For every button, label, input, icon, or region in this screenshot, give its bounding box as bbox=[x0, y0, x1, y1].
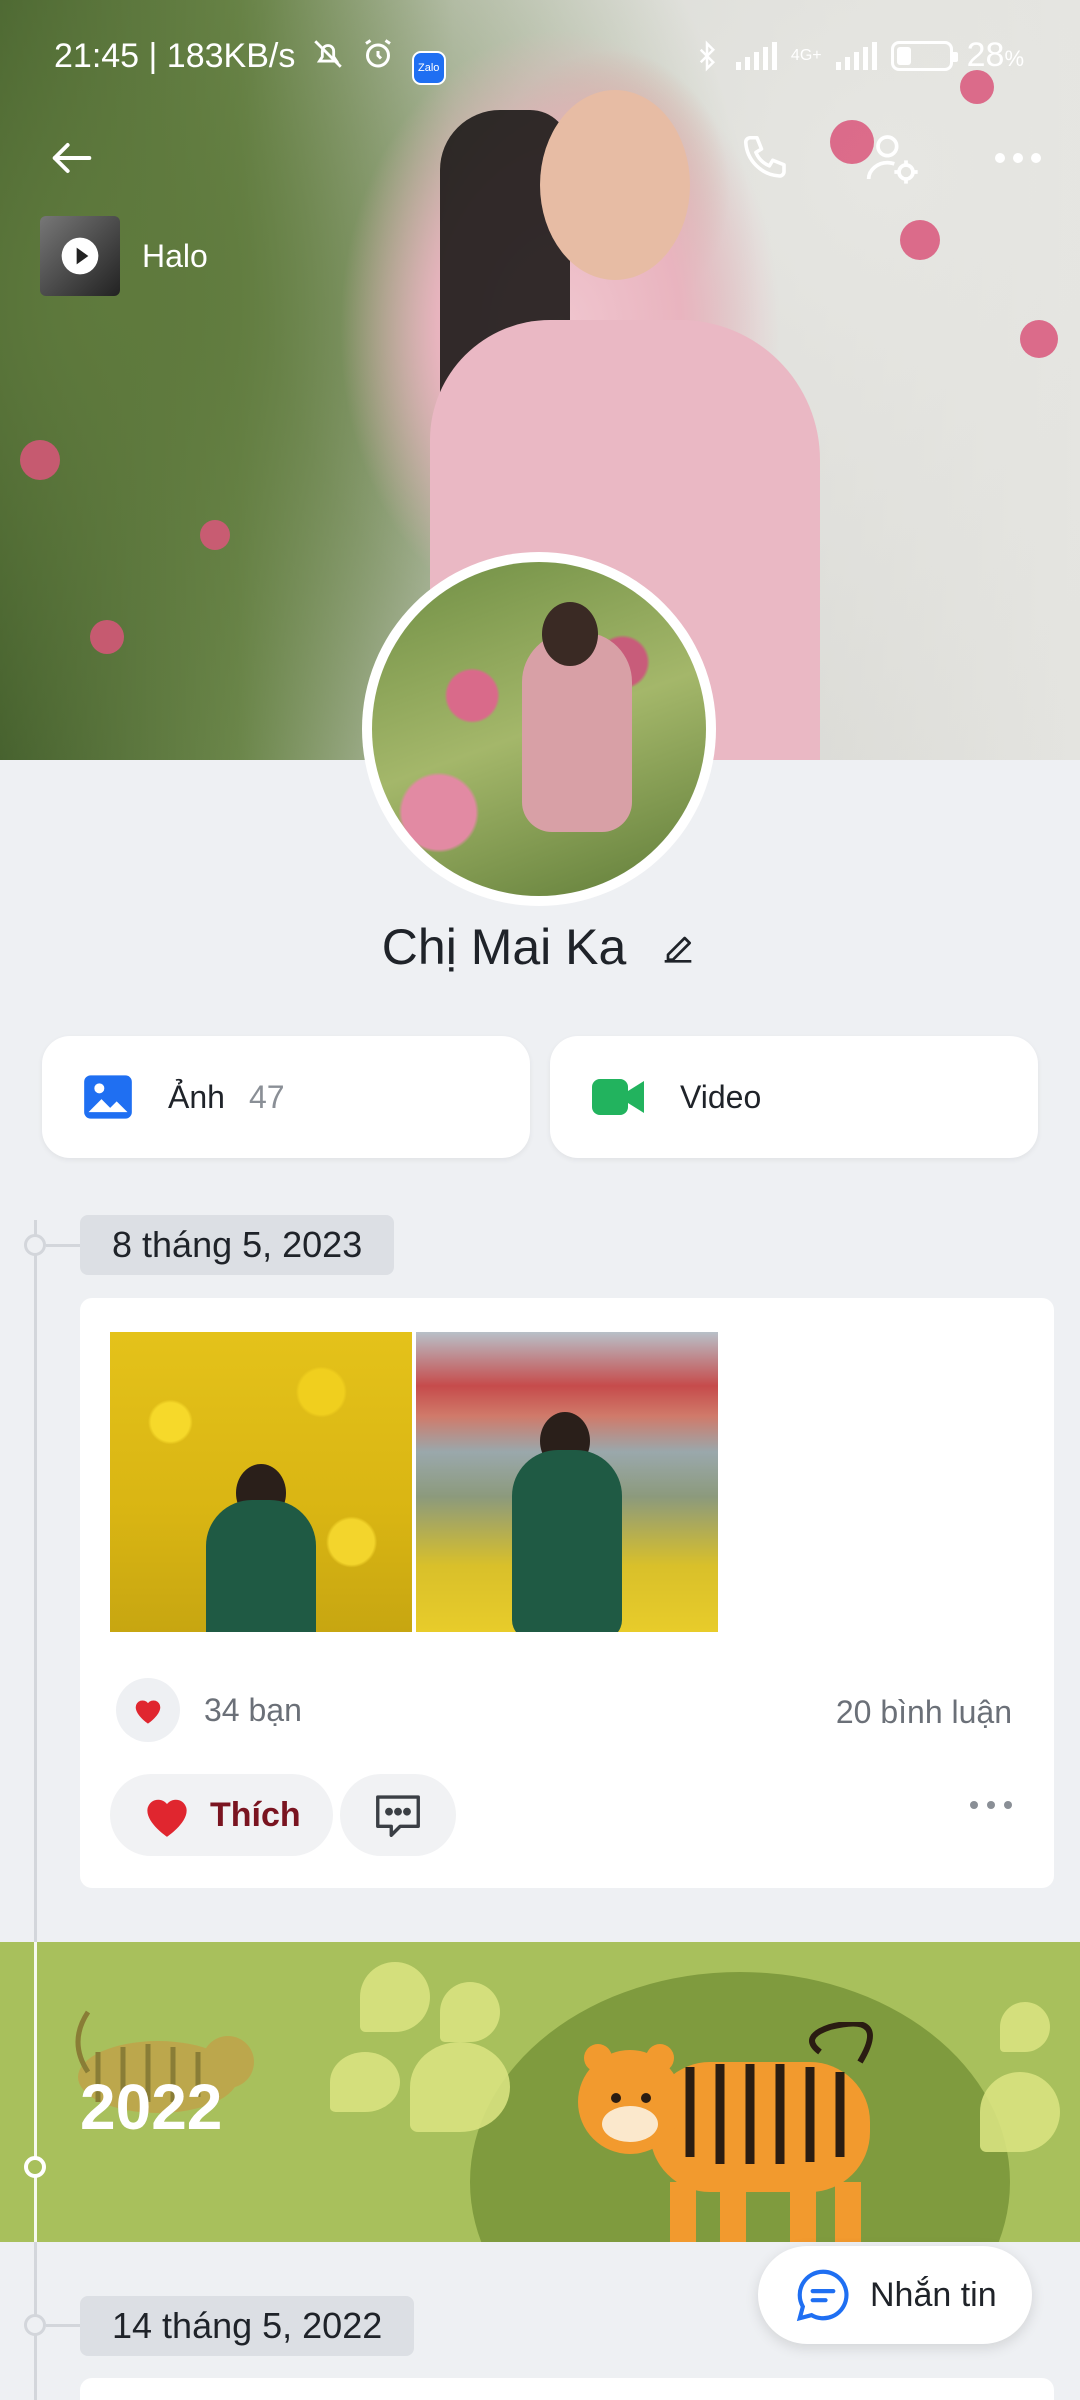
image-icon bbox=[84, 1075, 132, 1119]
photo-person bbox=[206, 1500, 316, 1632]
cover-face bbox=[540, 90, 690, 280]
bluetooth-icon bbox=[699, 39, 715, 72]
edit-name-button[interactable] bbox=[658, 922, 698, 980]
banner-leaf bbox=[980, 2072, 1060, 2152]
avatar-head bbox=[542, 602, 598, 666]
battery-level: 28% bbox=[966, 36, 1024, 74]
heart-icon bbox=[135, 1700, 161, 1724]
profile-music[interactable]: Halo bbox=[40, 216, 208, 296]
cover-flower bbox=[90, 620, 124, 654]
likes-count: 34 bạn bbox=[204, 1691, 302, 1728]
more-icon bbox=[995, 153, 1041, 163]
post-card[interactable] bbox=[80, 2378, 1054, 2400]
banner-leaf bbox=[410, 2042, 510, 2132]
post-card[interactable]: 34 bạn 20 bình luận Thích bbox=[80, 1298, 1054, 1888]
more-icon bbox=[970, 1801, 1012, 1809]
timeline-line bbox=[34, 1220, 37, 1942]
year-dot bbox=[24, 2156, 46, 2178]
zalo-app-icon: Zalo bbox=[411, 51, 446, 85]
signal-icon-2 bbox=[835, 41, 877, 70]
cover-flower bbox=[900, 220, 940, 260]
more-button[interactable] bbox=[982, 122, 1054, 194]
year-label: 2022 bbox=[80, 2071, 223, 2143]
timeline-tick bbox=[46, 2324, 80, 2327]
timeline-tick bbox=[46, 1244, 80, 1247]
video-camera-icon bbox=[592, 1079, 644, 1115]
user-settings-icon bbox=[866, 135, 918, 184]
like-button-label: Thích bbox=[210, 1795, 301, 1834]
post-photo-2[interactable] bbox=[416, 1332, 718, 1632]
photos-button[interactable]: Ảnh 47 bbox=[42, 1036, 530, 1158]
status-bar: 21:45 | 183KB/s Zalo 4G+ 28% bbox=[0, 0, 1080, 110]
like-reaction bbox=[116, 1678, 180, 1742]
photos-label: Ảnh bbox=[168, 1078, 225, 1115]
photos-count: 47 bbox=[248, 1078, 285, 1115]
battery-icon bbox=[890, 40, 958, 71]
phone-icon bbox=[743, 135, 786, 178]
banner-leaf bbox=[360, 1962, 430, 2032]
edit-icon bbox=[664, 936, 692, 963]
avatar-photo bbox=[372, 562, 706, 896]
back-arrow-icon bbox=[52, 143, 92, 173]
cover-flower bbox=[1020, 320, 1058, 358]
tiger-illustration bbox=[578, 2022, 873, 2242]
date-pill: 14 tháng 5, 2022 bbox=[80, 2296, 415, 2356]
photo-person bbox=[512, 1450, 622, 1632]
timeline-line bbox=[34, 1942, 37, 2242]
post-more-button[interactable] bbox=[968, 1798, 1014, 1816]
network-type: 4G+ bbox=[790, 46, 822, 64]
message-button[interactable]: Nhắn tin bbox=[758, 2246, 1032, 2344]
like-button[interactable]: Thích bbox=[110, 1774, 333, 1856]
music-thumbnail bbox=[40, 216, 120, 296]
chat-icon bbox=[796, 2269, 849, 2322]
status-time-text: 21:45 | 183KB/s bbox=[54, 37, 296, 75]
cover-flower bbox=[20, 440, 60, 480]
call-button[interactable] bbox=[730, 122, 802, 194]
status-right: 4G+ 28% bbox=[692, 36, 1024, 75]
signal-icon bbox=[735, 41, 777, 70]
video-label: Video bbox=[680, 1078, 762, 1115]
cover-flower bbox=[200, 520, 230, 550]
avatar[interactable] bbox=[362, 552, 716, 906]
date-pill: 8 tháng 5, 2023 bbox=[80, 1215, 395, 1275]
message-button-label: Nhắn tin bbox=[870, 2275, 997, 2314]
comment-icon bbox=[376, 1795, 420, 1837]
banner-leaf bbox=[330, 2052, 400, 2112]
timeline-dot bbox=[24, 2314, 46, 2336]
comments-count[interactable]: 20 bình luận bbox=[836, 1694, 1012, 1731]
banner-leaf bbox=[1000, 2002, 1050, 2052]
banner-leaf bbox=[440, 1982, 500, 2042]
profile-name: Chị Mai Ka bbox=[381, 919, 627, 975]
status-time: 21:45 | 183KB/s Zalo bbox=[54, 36, 446, 85]
comment-button[interactable] bbox=[340, 1774, 456, 1856]
play-icon bbox=[61, 237, 99, 275]
profile-settings-button[interactable] bbox=[856, 122, 928, 194]
profile-name-row: Chị Mai Ka bbox=[0, 918, 1080, 980]
back-button[interactable] bbox=[36, 122, 108, 194]
year-banner: 2022 bbox=[0, 1942, 1080, 2242]
music-title: Halo bbox=[142, 237, 208, 274]
heart-icon bbox=[147, 1799, 187, 1837]
bell-off-icon bbox=[314, 40, 342, 68]
video-button[interactable]: Video bbox=[550, 1036, 1038, 1158]
likes-summary[interactable]: 34 bạn bbox=[116, 1678, 302, 1742]
post-photo-1[interactable] bbox=[110, 1332, 412, 1632]
timeline-dot bbox=[24, 1234, 46, 1256]
alarm-icon bbox=[365, 39, 392, 68]
